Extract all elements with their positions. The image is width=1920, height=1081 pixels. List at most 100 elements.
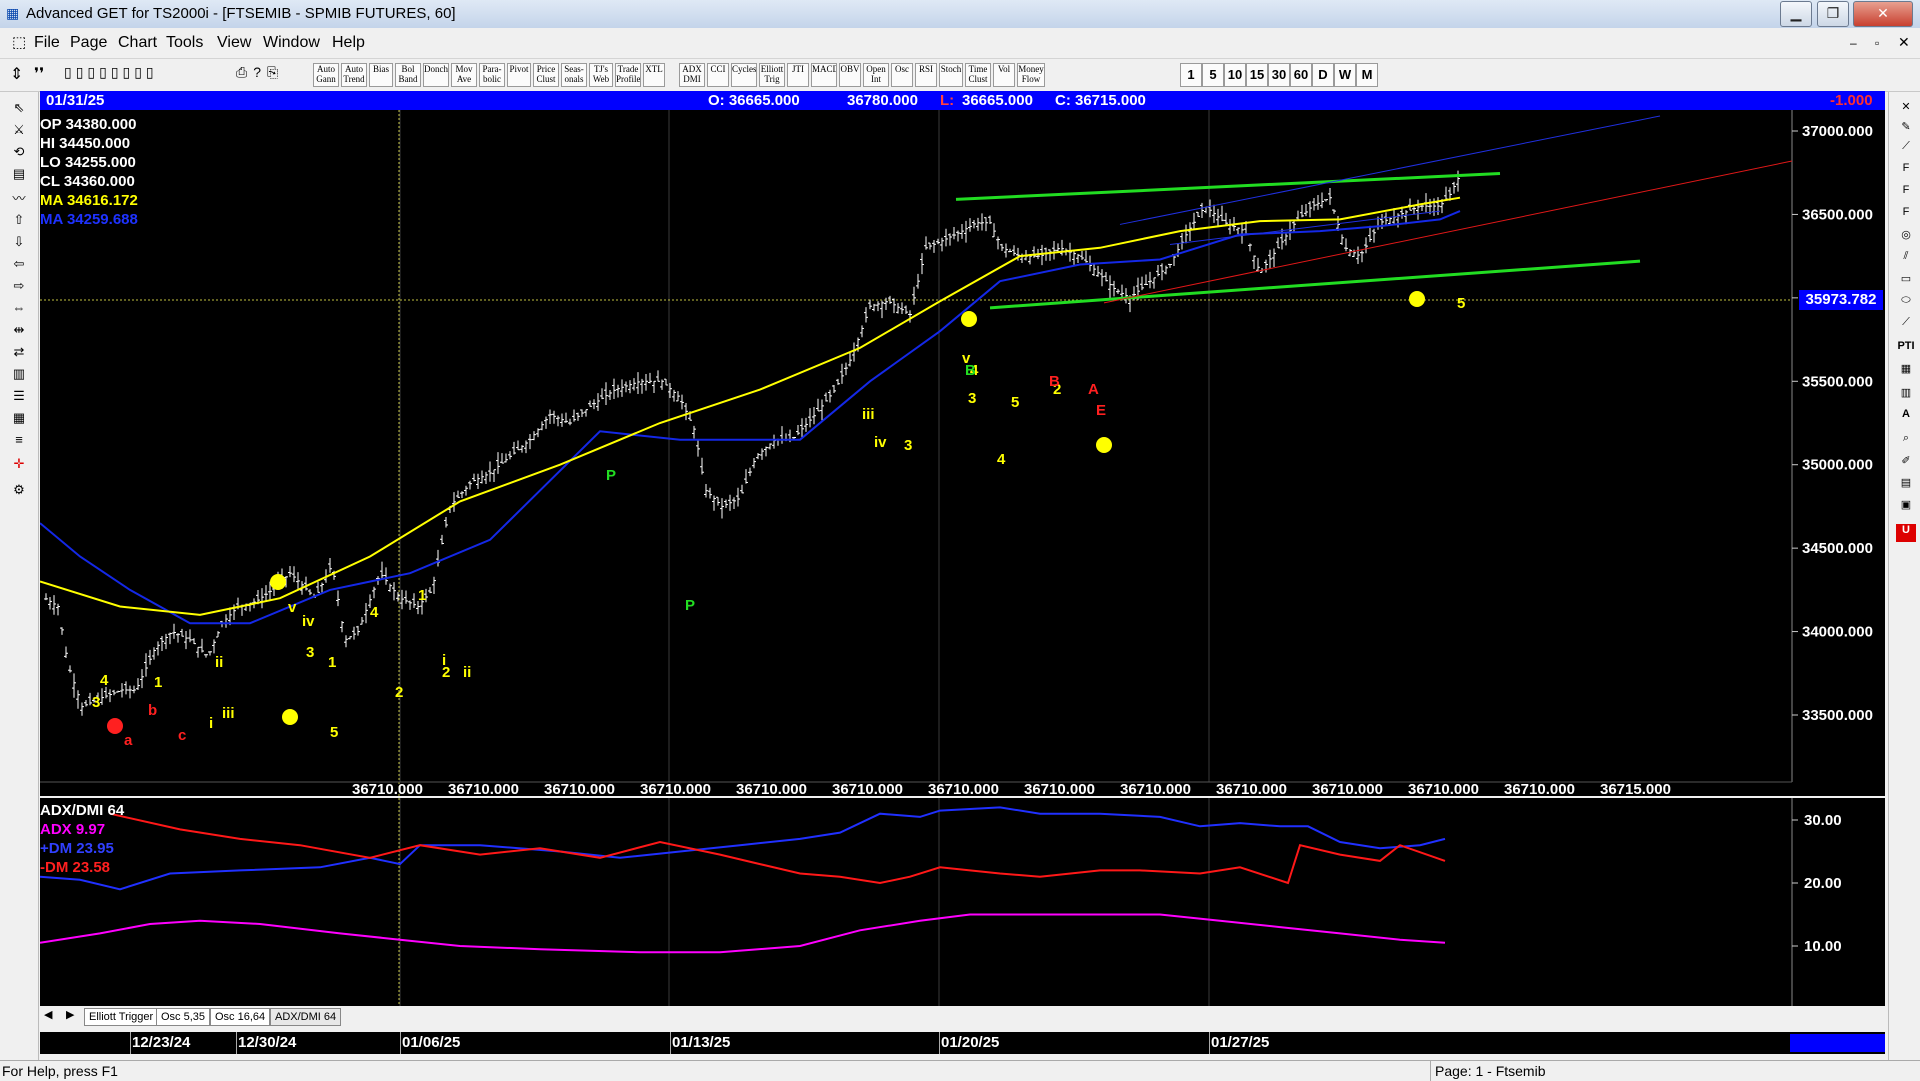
fan-icon[interactable]: ⫽ xyxy=(1896,250,1916,268)
menu-file[interactable]: File xyxy=(34,34,60,52)
tab-adx-dmi-64[interactable]: ADX/DMI 64 xyxy=(270,1008,342,1026)
study-button-7[interactable]: Pivot xyxy=(507,63,531,87)
adx-dmi-panel[interactable]: 30.00 20.00 10.00 ADX/DMI 64 ADX 9.97 +DM … xyxy=(40,798,1885,1006)
restore-button[interactable]: ❐ xyxy=(1817,1,1849,27)
study-button-21[interactable]: Osc xyxy=(891,63,913,87)
interval-button-M[interactable]: M xyxy=(1356,63,1378,87)
study-button-12[interactable]: XTL xyxy=(643,63,665,87)
study-button-19[interactable]: OBV xyxy=(839,63,861,87)
study-button-3[interactable]: Bol Band xyxy=(395,63,421,87)
gann-icon[interactable]: ▦ xyxy=(6,410,32,430)
study-button-17[interactable]: JTI xyxy=(787,63,809,87)
notes-icon[interactable]: ▣ xyxy=(1896,498,1916,516)
interval-button-60[interactable]: 60 xyxy=(1290,63,1312,87)
magnifier-icon[interactable]: ⌕ xyxy=(1896,432,1916,450)
prob-icon[interactable]: ▥ xyxy=(1896,386,1916,404)
price-chart[interactable]: 37000.00036500.00036000.00035500.0003500… xyxy=(40,110,1885,796)
study-button-15[interactable]: Cycles xyxy=(731,63,757,87)
mdi-minimize-button[interactable]: – xyxy=(1850,36,1857,50)
grid-icon[interactable]: ▦ xyxy=(1896,362,1916,380)
ellipse-icon[interactable]: ⬭ xyxy=(1896,294,1916,312)
zoom-out-icon[interactable]: ⇹ xyxy=(6,322,32,342)
study-button-25[interactable]: Vol xyxy=(993,63,1015,87)
compress-icon[interactable]: ▥ xyxy=(6,366,32,386)
study-button-18[interactable]: MACD xyxy=(811,63,837,87)
settings-icon[interactable]: ⚙ xyxy=(6,482,32,502)
minimize-button[interactable]: ▁ xyxy=(1780,1,1812,27)
mdi-restore-button[interactable]: ▫ xyxy=(1875,36,1879,50)
text-tool-icon[interactable]: A xyxy=(1896,408,1916,426)
print-help-icons[interactable]: ⎙?⎘ xyxy=(236,64,284,81)
study-button-6[interactable]: Para-bolic xyxy=(479,63,505,87)
cross-icon[interactable]: ✕ xyxy=(1896,100,1916,118)
lines-icon[interactable]: ☰ xyxy=(6,388,32,408)
cursor-tool-icon[interactable]: ⇕ xyxy=(10,64,23,84)
study-button-2[interactable]: Bias xyxy=(369,63,393,87)
menu-help[interactable]: Help xyxy=(332,34,365,52)
trend-icon[interactable]: ⟋ xyxy=(1896,316,1916,334)
file-tools-icons[interactable]: ▯▯▯▯▯▯▯▯ xyxy=(64,64,158,81)
box-icon[interactable]: ▭ xyxy=(1896,272,1916,290)
interval-button-5[interactable]: 5 xyxy=(1202,63,1224,87)
close-button[interactable]: ✕ xyxy=(1853,1,1913,27)
tab-scroll-right-icon[interactable]: ▶ xyxy=(66,1008,74,1021)
study-button-16[interactable]: Elliott Trig xyxy=(759,63,785,87)
fib-time-icon[interactable]: F xyxy=(1896,206,1916,224)
arrow-tool-icon[interactable]: ⇖ xyxy=(6,100,32,120)
reset-icon[interactable]: ⟲ xyxy=(6,144,32,164)
pencil-icon[interactable]: ✎ xyxy=(1896,120,1916,138)
study-button-26[interactable]: Money Flow xyxy=(1017,63,1045,87)
study-button-13[interactable]: ADX DMI xyxy=(679,63,705,87)
pitchfork-icon[interactable]: ⚔ xyxy=(6,122,32,142)
left-arrow-icon[interactable]: ⇦ xyxy=(6,256,32,276)
elliott-icon[interactable]: 〰 xyxy=(6,188,32,208)
interval-button-10[interactable]: 10 xyxy=(1224,63,1246,87)
study-button-5[interactable]: Mov Ave xyxy=(451,63,477,87)
study-button-0[interactable]: Auto Gann xyxy=(313,63,339,87)
tab-osc-16-64[interactable]: Osc 16,64 xyxy=(210,1008,271,1026)
interval-button-1[interactable]: 1 xyxy=(1180,63,1202,87)
circle-icon[interactable]: ◎ xyxy=(1896,228,1916,246)
study-button-11[interactable]: Trade Profile xyxy=(615,63,641,87)
price-chart-svg[interactable]: 37000.00036500.00036000.00035500.0003500… xyxy=(40,110,1885,796)
tab-osc-5-35[interactable]: Osc 5,35 xyxy=(156,1008,211,1026)
menu-chart[interactable]: Chart xyxy=(118,34,157,52)
fib-ret-icon[interactable]: F xyxy=(1896,162,1916,180)
scroll-icon[interactable]: ⇄ xyxy=(6,344,32,364)
zoom-in-icon[interactable]: ⇔ xyxy=(6,300,32,320)
interval-button-15[interactable]: 15 xyxy=(1246,63,1268,87)
crosshair-icon[interactable]: ✛ xyxy=(6,456,32,476)
study-button-9[interactable]: Seas-onals xyxy=(561,63,587,87)
menu-view[interactable]: View xyxy=(217,34,251,52)
tab-elliott-trigger[interactable]: Elliott Trigger xyxy=(84,1008,159,1026)
study-icon[interactable]: ▤ xyxy=(6,166,32,186)
interval-button-30[interactable]: 30 xyxy=(1268,63,1290,87)
study-button-8[interactable]: Price Clust xyxy=(533,63,559,87)
study-button-23[interactable]: Stoch xyxy=(939,63,963,87)
up-arrow-icon[interactable]: ⇧ xyxy=(6,212,32,232)
study-button-14[interactable]: CCI xyxy=(707,63,729,87)
menu-page[interactable]: Page xyxy=(70,34,107,52)
study-button-10[interactable]: TJ's Web xyxy=(589,63,613,87)
study-button-1[interactable]: Auto Trend xyxy=(341,63,367,87)
fib-icon[interactable]: ≡ xyxy=(6,432,32,452)
adx-svg[interactable]: 30.00 20.00 10.00 xyxy=(40,798,1885,1006)
study-button-20[interactable]: Open Int xyxy=(863,63,889,87)
study-button-4[interactable]: Donch xyxy=(423,63,449,87)
fib-ext-icon[interactable]: F xyxy=(1896,184,1916,202)
document-icon[interactable]: ⬚ xyxy=(12,33,26,51)
mdi-close-button[interactable]: ✕ xyxy=(1898,34,1910,51)
study-button-22[interactable]: RSI xyxy=(915,63,937,87)
u-icon[interactable]: U xyxy=(1896,524,1916,542)
app-icon[interactable]: ▦ xyxy=(6,5,19,22)
study-button-24[interactable]: Time Clust xyxy=(965,63,991,87)
line-tool-icon[interactable]: ⟋ xyxy=(1896,140,1916,158)
pti-icon[interactable]: PTI xyxy=(1896,340,1916,358)
right-arrow-icon[interactable]: ⇨ xyxy=(6,278,32,298)
paste-icon[interactable]: ▤ xyxy=(1896,476,1916,494)
quote-tool-icon[interactable]: ❜❜ xyxy=(34,64,44,84)
menu-window[interactable]: Window xyxy=(263,34,320,52)
tab-scroll-left-icon[interactable]: ◀ xyxy=(44,1008,52,1021)
down-arrow-icon[interactable]: ⇩ xyxy=(6,234,32,254)
brush-icon[interactable]: ✐ xyxy=(1896,454,1916,472)
